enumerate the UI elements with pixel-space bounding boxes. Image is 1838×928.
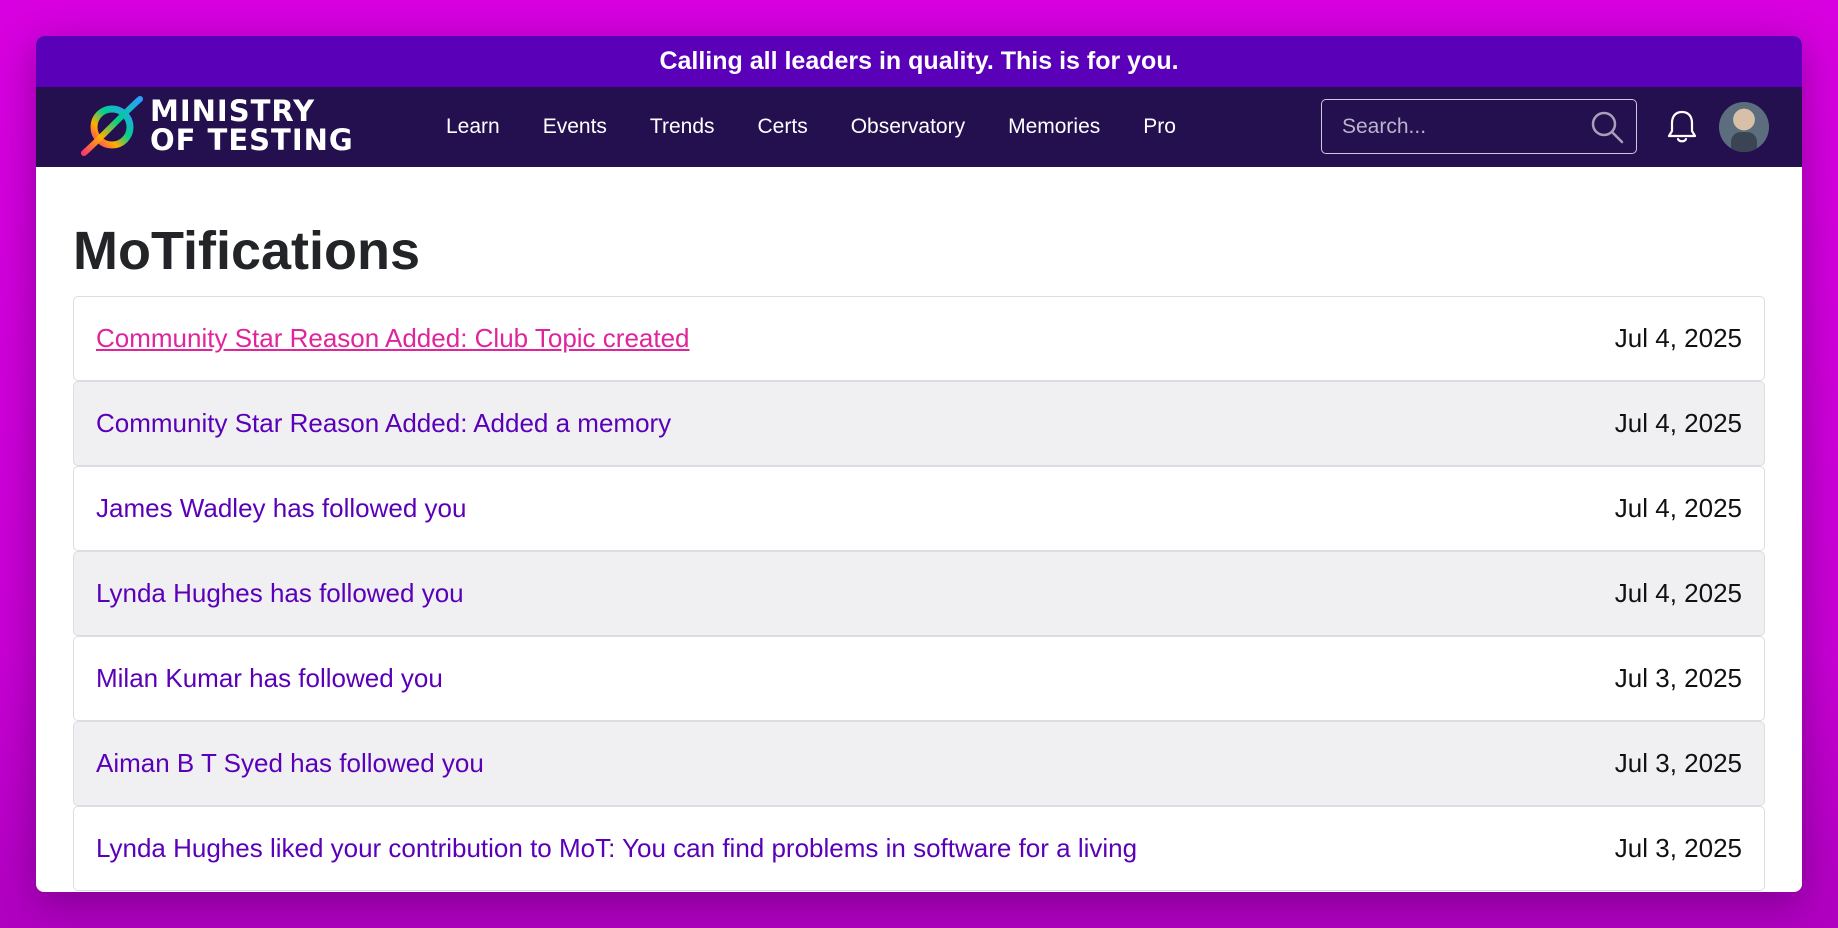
- main-menu: Learn Events Trends Certs Observatory Me…: [446, 87, 1219, 167]
- notification-date: Jul 3, 2025: [1614, 833, 1742, 863]
- notification-date: Jul 3, 2025: [1614, 663, 1742, 693]
- search-box: [1321, 99, 1637, 154]
- notification-link[interactable]: Community Star Reason Added: Club Topic …: [96, 323, 690, 354]
- notification-row: Aiman B T Syed has followed you Jul 3, 2…: [73, 721, 1765, 806]
- nav-observatory[interactable]: Observatory: [851, 115, 965, 139]
- nav-trends[interactable]: Trends: [650, 115, 715, 139]
- notification-date: Jul 4, 2025: [1614, 408, 1742, 438]
- browser-window: Calling all leaders in quality. This is …: [36, 36, 1802, 892]
- notification-row: James Wadley has followed you Jul 4, 202…: [73, 466, 1765, 551]
- brand-line-2: OF TESTING: [150, 123, 354, 157]
- brand-name: MINISTRY OF TESTING: [150, 97, 354, 155]
- avatar[interactable]: [1719, 102, 1769, 152]
- brand-line-1: MINISTRY: [150, 94, 316, 128]
- notification-row: Community Star Reason Added: Club Topic …: [73, 296, 1765, 381]
- search-icon[interactable]: [1590, 110, 1624, 144]
- promo-text[interactable]: Calling all leaders in quality. This is …: [659, 47, 1178, 76]
- notification-row: Lynda Hughes has followed you Jul 4, 202…: [73, 551, 1765, 636]
- notification-date: Jul 4, 2025: [1614, 323, 1742, 353]
- top-navigation: MINISTRY OF TESTING Learn Events Trends …: [36, 87, 1802, 167]
- site-logo[interactable]: MINISTRY OF TESTING: [78, 91, 354, 161]
- notification-link[interactable]: Community Star Reason Added: Added a mem…: [96, 408, 671, 439]
- notification-date: Jul 3, 2025: [1614, 748, 1742, 778]
- notification-link[interactable]: Milan Kumar has followed you: [96, 663, 443, 694]
- notification-link[interactable]: Lynda Hughes liked your contribution to …: [96, 833, 1137, 864]
- notification-link[interactable]: Aiman B T Syed has followed you: [96, 748, 484, 779]
- notification-date: Jul 4, 2025: [1614, 578, 1742, 608]
- notification-link[interactable]: Lynda Hughes has followed you: [96, 578, 464, 609]
- search-input[interactable]: [1342, 114, 1582, 139]
- nav-certs[interactable]: Certs: [758, 115, 808, 139]
- notification-date: Jul 4, 2025: [1614, 493, 1742, 523]
- notification-row: Lynda Hughes liked your contribution to …: [73, 806, 1765, 891]
- nav-memories[interactable]: Memories: [1008, 115, 1100, 139]
- bell-icon[interactable]: [1666, 109, 1698, 145]
- notification-row: Milan Kumar has followed you Jul 3, 2025: [73, 636, 1765, 721]
- promo-banner[interactable]: Calling all leaders in quality. This is …: [36, 36, 1802, 87]
- notification-row: Community Star Reason Added: Added a mem…: [73, 381, 1765, 466]
- nav-pro[interactable]: Pro: [1143, 115, 1176, 139]
- page-title: MoTifications: [73, 221, 421, 281]
- nav-events[interactable]: Events: [543, 115, 607, 139]
- nav-learn[interactable]: Learn: [446, 115, 500, 139]
- main-content: MoTifications Community Star Reason Adde…: [36, 167, 1802, 891]
- notification-link[interactable]: James Wadley has followed you: [96, 493, 466, 524]
- notification-list: Community Star Reason Added: Club Topic …: [73, 296, 1765, 891]
- ministry-of-testing-logo-icon: [81, 96, 143, 156]
